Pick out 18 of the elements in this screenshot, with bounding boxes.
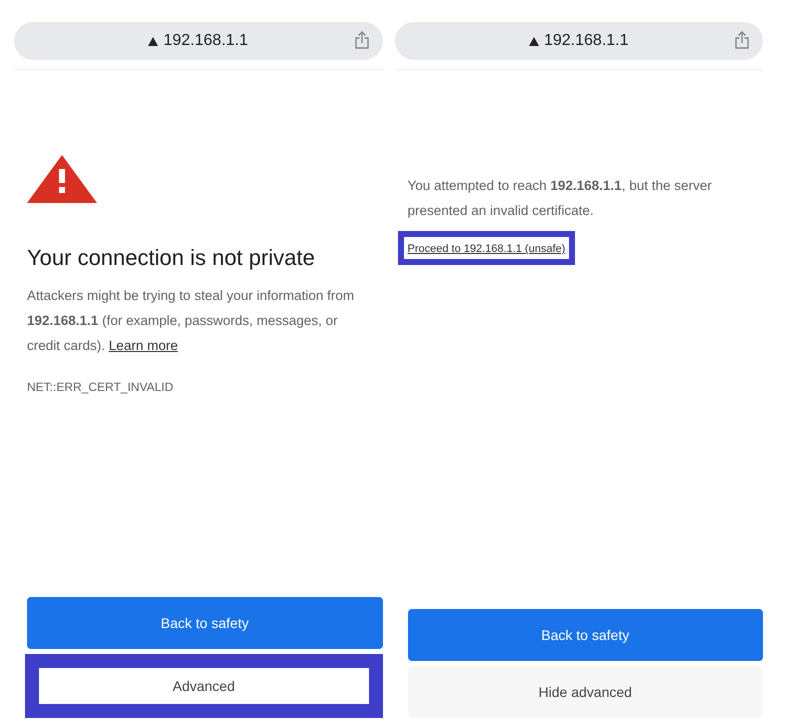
address-bar[interactable]: 192.168.1.1 bbox=[14, 22, 382, 60]
page-title: Your connection is not private bbox=[27, 245, 316, 271]
warning-text: Attackers might be trying to steal your information from 192.168.1.1 (for example, passwords, messages, or credit cards). Learn more bbox=[27, 283, 370, 358]
url-text: 192.168.1.1 bbox=[163, 32, 248, 50]
warning-icon bbox=[27, 155, 97, 203]
url-text: 192.168.1.1 bbox=[544, 32, 629, 50]
back-to-safety-button[interactable]: Back to safety bbox=[408, 609, 763, 661]
share-icon[interactable] bbox=[354, 31, 368, 49]
proceed-link[interactable]: Proceed to 192.168.1.1 (unsafe) bbox=[408, 243, 566, 255]
advanced-button[interactable]: Hide advanced bbox=[408, 666, 763, 718]
back-to-safety-button[interactable]: Back to safety bbox=[27, 597, 382, 649]
warning-icon bbox=[148, 36, 158, 46]
error-code: NET::ERR_CERT_INVALID bbox=[27, 380, 174, 394]
learn-more-link[interactable]: Learn more bbox=[108, 333, 178, 358]
share-icon[interactable] bbox=[735, 31, 749, 49]
details-text: You attempted to reach 192.168.1.1, but the server presented an invalid certificate. bbox=[408, 177, 713, 220]
address-bar[interactable]: 192.168.1.1 bbox=[394, 22, 763, 60]
warning-icon bbox=[528, 36, 539, 46]
